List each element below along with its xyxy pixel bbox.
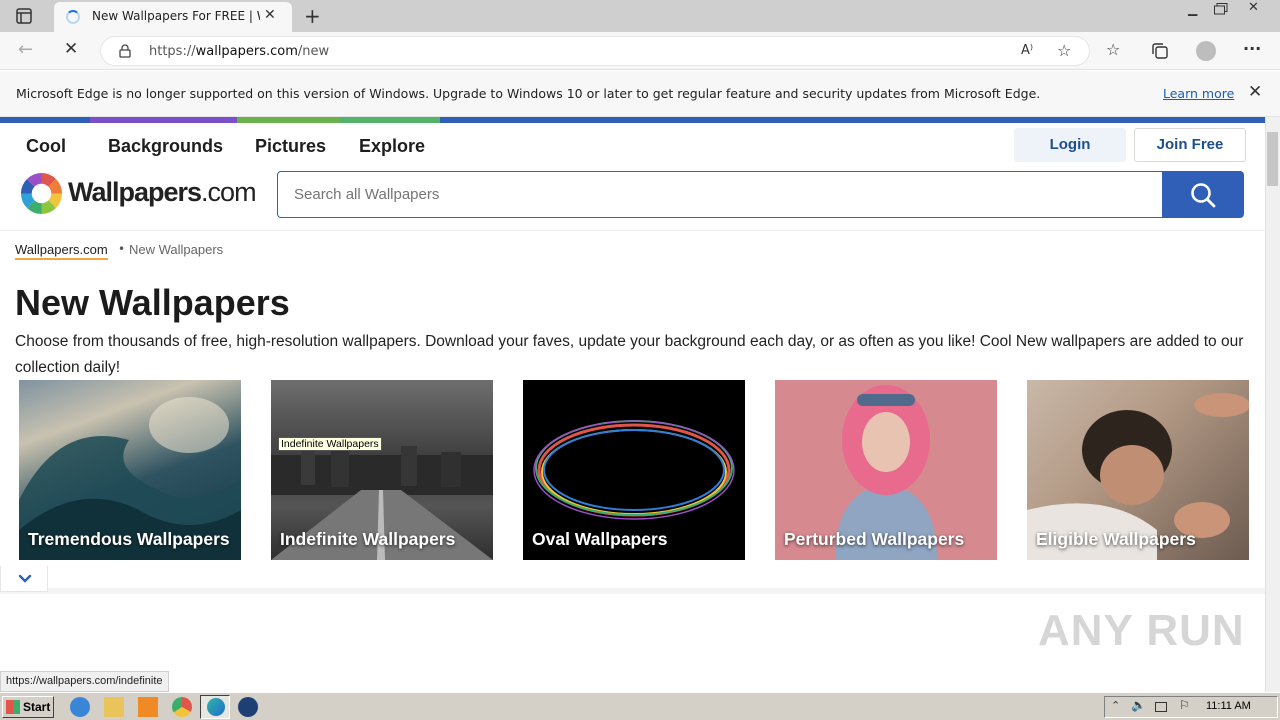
breadcrumb-separator: • xyxy=(118,242,126,256)
settings-more-icon[interactable]: ··· xyxy=(1243,39,1261,58)
breadcrumb-current: New Wallpapers xyxy=(129,242,224,257)
page-description: Choose from thousands of free, high-reso… xyxy=(15,333,1244,376)
card-label: Oval Wallpapers xyxy=(532,529,668,549)
taskbar-clock: 11:11 AM xyxy=(1206,700,1251,712)
url-text: https://wallpapers.com/new xyxy=(149,44,329,59)
hover-tooltip: Indefinite Wallpapers xyxy=(278,437,382,451)
card-label: Perturbed Wallpapers xyxy=(784,529,965,549)
wallpaper-card-perturbed[interactable]: Perturbed Wallpapers xyxy=(775,380,997,560)
colorbar-segment xyxy=(340,117,440,123)
ie-icon[interactable] xyxy=(70,697,90,717)
nav-cool[interactable]: Cool xyxy=(26,136,66,157)
chrome-icon[interactable] xyxy=(172,697,192,717)
wallpaper-card-tremendous[interactable]: Tremendous Wallpapers xyxy=(19,380,241,560)
tray-expand-icon[interactable]: ⌃ xyxy=(1111,699,1120,712)
edge-taskbar-button[interactable] xyxy=(200,695,230,719)
add-favorite-icon[interactable]: ☆ xyxy=(1057,41,1071,60)
unsupported-notice-bar: Microsoft Edge is no longer supported on… xyxy=(0,71,1280,117)
read-aloud-icon[interactable]: A⁾ xyxy=(1021,43,1033,58)
favorites-icon[interactable]: ☆ xyxy=(1106,40,1120,59)
url-path: /new xyxy=(297,44,330,59)
search-box xyxy=(277,171,1163,218)
windows-taskbar: Start ⌃ 🔈 ⚐ xyxy=(0,692,1280,720)
card-label: Tremendous Wallpapers xyxy=(28,529,230,549)
login-button[interactable]: Login xyxy=(1014,128,1126,162)
system-tray: ⌃ 🔈 ⚐ xyxy=(1104,696,1278,718)
scrollbar-thumb[interactable] xyxy=(1267,132,1278,186)
download-app-icon[interactable] xyxy=(238,697,258,717)
browser-tab[interactable]: New Wallpapers For FREE | Wall ✕ xyxy=(54,2,292,32)
learn-more-link[interactable]: Learn more xyxy=(1163,86,1234,101)
colorbar-segment xyxy=(0,117,90,123)
logo-light: .com xyxy=(201,177,257,207)
wallpapers-logo-icon[interactable] xyxy=(20,172,63,215)
start-label: Start xyxy=(23,700,51,714)
url-host: wallpapers.com xyxy=(195,44,298,59)
wallpaper-card-indefinite[interactable]: Indefinite Wallpapers xyxy=(271,380,493,560)
windows-logo-icon xyxy=(6,700,20,714)
expand-toggle-button[interactable] xyxy=(0,566,48,592)
section-divider xyxy=(0,588,1265,594)
start-button[interactable]: Start xyxy=(2,696,54,718)
flag-icon[interactable]: ⚐ xyxy=(1179,698,1190,712)
status-url-bubble: https://wallpapers.com/indefinite xyxy=(0,671,169,692)
explorer-folder-icon[interactable] xyxy=(104,697,124,717)
address-bar-row: ← ✕ https://wallpapers.com/new A⁾ ☆ ☆ ··… xyxy=(0,32,1280,70)
notice-message: Microsoft Edge is no longer supported on… xyxy=(16,86,1041,101)
minimize-icon[interactable]: ▁ xyxy=(1188,2,1197,16)
stop-loading-icon[interactable]: ✕ xyxy=(64,39,78,59)
nav-backgrounds[interactable]: Backgrounds xyxy=(108,136,223,157)
network-icon[interactable] xyxy=(1155,702,1167,712)
colorbar-segment xyxy=(90,117,237,123)
page-title: New Wallpapers xyxy=(15,282,290,323)
new-tab-icon[interactable]: + xyxy=(304,4,321,28)
loading-spinner-icon xyxy=(66,10,80,24)
volume-icon[interactable]: 🔈 xyxy=(1131,698,1146,712)
tab-title: New Wallpapers For FREE | Wall xyxy=(92,9,260,23)
join-free-button[interactable]: Join Free xyxy=(1134,128,1246,162)
brand-color-bar xyxy=(0,117,1265,123)
wallpaper-card-oval[interactable]: Oval Wallpapers xyxy=(523,380,745,560)
site-logo-text[interactable]: Wallpapers.com xyxy=(68,177,257,208)
edge-icon xyxy=(207,698,225,716)
breadcrumb-home-link[interactable]: Wallpapers.com xyxy=(15,242,108,260)
profile-avatar[interactable] xyxy=(1196,41,1216,61)
vertical-scrollbar[interactable] xyxy=(1265,117,1280,692)
lock-icon[interactable] xyxy=(119,44,131,58)
colorbar-segment xyxy=(440,117,1265,123)
nav-pictures[interactable]: Pictures xyxy=(255,136,326,157)
tab-close-icon[interactable]: ✕ xyxy=(264,7,276,23)
address-input[interactable]: https://wallpapers.com/new A⁾ ☆ xyxy=(100,36,1090,66)
card-label: Eligible Wallpapers xyxy=(1036,529,1196,549)
url-prefix: https:// xyxy=(149,44,196,59)
logo-bold: Wallpapers xyxy=(68,177,202,207)
collections-icon[interactable] xyxy=(1152,43,1168,59)
window-close-icon[interactable]: ✕ xyxy=(1248,0,1259,15)
search-input[interactable] xyxy=(278,172,1163,217)
chevron-down-icon xyxy=(18,574,32,583)
header-divider xyxy=(0,230,1265,231)
browser-tab-bar: New Wallpapers For FREE | Wall ✕ + ▁ ✕ xyxy=(0,0,1280,32)
search-button[interactable] xyxy=(1162,171,1244,218)
wallpaper-card-eligible[interactable]: Eligible Wallpapers xyxy=(1027,380,1249,560)
anyrun-watermark: ANY RUN xyxy=(1038,606,1245,655)
notice-close-icon[interactable]: ✕ xyxy=(1248,82,1262,102)
nav-explore[interactable]: Explore xyxy=(359,136,425,157)
media-player-icon[interactable] xyxy=(138,697,158,717)
back-arrow-icon[interactable]: ← xyxy=(18,39,33,60)
card-label: Indefinite Wallpapers xyxy=(280,529,456,549)
search-icon xyxy=(1191,183,1216,208)
colorbar-segment xyxy=(237,117,340,123)
tab-actions-icon[interactable] xyxy=(16,8,32,24)
restore-icon[interactable] xyxy=(1214,3,1228,15)
